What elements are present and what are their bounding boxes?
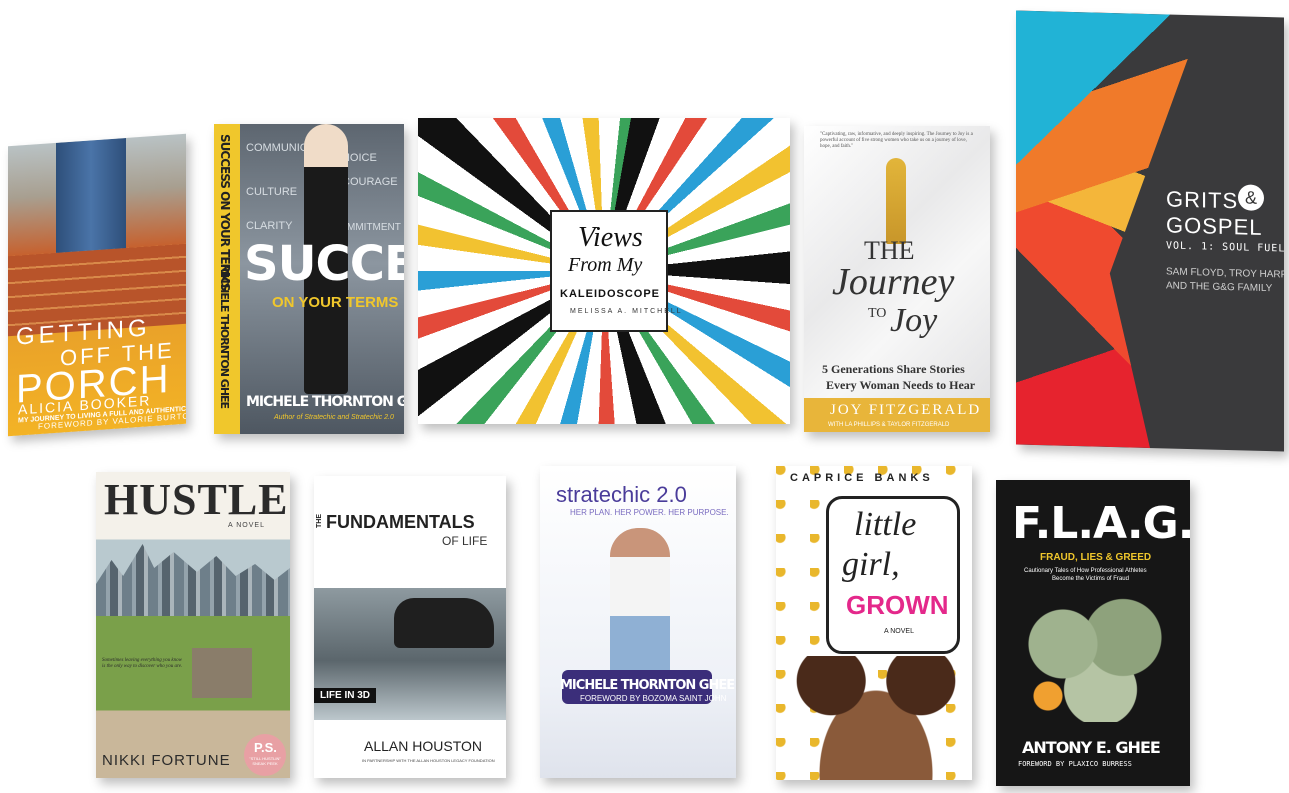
title: FUNDAMENTALS (326, 512, 475, 532)
blurb: Sometimes leaving everything you know is… (102, 658, 183, 669)
tagline-2: Become the Victims of Fraud (1052, 576, 1129, 582)
author: JOY FITZGERALD (830, 402, 982, 418)
book-flag: F.L.A.G. FRAUD, LIES & GREED Cautionary … (996, 480, 1190, 786)
volume: VOL. 1: SOUL FUEL (1166, 240, 1284, 255)
book-success-on-your-terms: SUCCESS ON YOUR TERMS MICHELE THORNTON G… (214, 124, 404, 434)
subtitle-line-1: 5 Generations Share Stories (822, 362, 965, 376)
tagline-1: Cautionary Tales of How Professional Ath… (1024, 568, 1147, 574)
book-the-journey-to-joy: "Captivating, raw, informative, and deep… (804, 126, 990, 432)
blurb: "Captivating, raw, informative, and deep… (820, 132, 973, 149)
of-life: OF LIFE (442, 534, 488, 548)
title: stratechic 2.0 (556, 482, 687, 507)
author: ANTONY E. GHEE (1022, 738, 1161, 757)
skyline (96, 544, 290, 616)
book-hustle: HUSTLE A NOVEL Sometimes leaving everyth… (96, 472, 290, 778)
author-note: Author of Stratechic and Stratechic 2.0 (274, 414, 394, 421)
authors-line-2: AND THE G&G FAMILY (1166, 280, 1273, 295)
title-line-2: girl, (842, 546, 900, 583)
spine-author: MICHELE THORNTON GHEE (218, 264, 231, 409)
title-line-3: KALEIDOSCOPE (560, 288, 661, 300)
title-line-3: TO (868, 306, 887, 321)
tagline: HER PLAN. HER POWER. HER PURPOSE. (570, 508, 729, 517)
subtitle: A NOVEL (884, 628, 914, 635)
book-the-fundamentals-of-life: THE FUNDAMENTALS OF LIFE LIFE IN 3D ALLA… (314, 476, 506, 778)
ps-sub: "STILL HUSTLIN" SNEAK PEEK (249, 756, 281, 766)
partnership: IN PARTNERSHIP WITH THE ALLAN HOUSTON LE… (362, 758, 495, 763)
book-views-from-my-kaleidoscope: Views From My KALEIDOSCOPE MELISSA A. MI… (418, 118, 790, 424)
book-grits-and-gospel: GRITS & GOSPEL VOL. 1: SOUL FUEL SAM FLO… (1016, 10, 1284, 452)
title-line-1: Views (578, 222, 643, 253)
word-3: CULTURE (246, 186, 298, 198)
title-line-4: Joy (890, 302, 938, 339)
author: ALLAN HOUSTON (364, 738, 482, 754)
title: F.L.A.G. (1012, 498, 1190, 549)
woman-photo (610, 528, 670, 688)
woman-silhouette (886, 158, 906, 244)
title-line-3: GROWN (846, 590, 949, 620)
money-balls (1018, 592, 1168, 722)
girl-illustration (796, 656, 956, 780)
subtitle: A NOVEL (228, 522, 265, 529)
title-line-2: From My (568, 254, 643, 276)
title: HUSTLE (104, 475, 289, 524)
subtitle-line-2: Every Woman Needs to Hear (826, 378, 976, 392)
foreword: FOREWORD BY PLAXICO BURRESS (1018, 760, 1132, 768)
author: NIKKI FORTUNE (102, 752, 231, 769)
title-line-2: Journey (832, 261, 955, 303)
title: SUCCESS (244, 236, 404, 292)
book-getting-off-the-porch: GETTING OFF THE PORCH MY JOURNEY TO LIVI… (8, 133, 186, 437)
badge: LIFE IN 3D (314, 688, 377, 703)
word-4: COURAGE (342, 176, 398, 188)
author: MICHELE THORNTON GHEE (246, 394, 404, 410)
word-5: CLARITY (246, 220, 293, 232)
title-line-1: little (854, 506, 917, 543)
book-stratechic-2: stratechic 2.0 HER PLAN. HER POWER. HER … (540, 466, 736, 778)
title-line-1: GRITS (1166, 186, 1239, 214)
subtitle: ON YOUR TERMS (272, 294, 399, 311)
author: CAPRICE BANKS (790, 472, 934, 484)
subtitle: FRAUD, LIES & GREED (1040, 552, 1152, 563)
author: MICHELE THORNTON GHEE (560, 678, 735, 693)
author: MELISSA A. MITCHELL (570, 308, 683, 315)
title-line-2: GOSPEL (1166, 212, 1263, 240)
authors-line-1: SAM FLOYD, TROY HARRIS (1166, 266, 1284, 281)
the-label: THE (316, 514, 323, 528)
book-little-girl-grown: CAPRICE BANKS little girl, GROWN A NOVEL (776, 466, 972, 780)
barn (192, 648, 252, 698)
sneaker (394, 598, 494, 648)
ampersand-badge: & (1238, 184, 1264, 211)
with: WITH LA PHILLIPS & TAYLOR FITZGERALD (828, 422, 950, 428)
foreword: FOREWORD BY BOZOMA SAINT JOHN (580, 694, 727, 703)
ps-label: P.S. (254, 740, 277, 755)
